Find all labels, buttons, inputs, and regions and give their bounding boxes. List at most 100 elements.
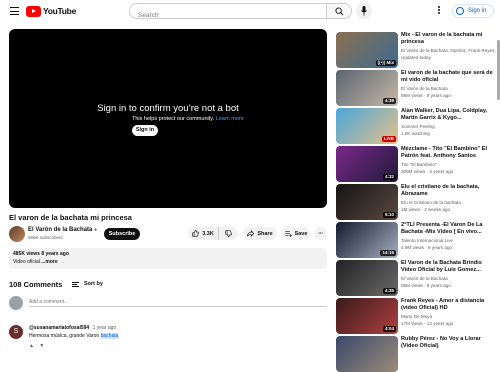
recommended-title[interactable]: Elu el cristiano de la bachata, Abrazame: [401, 184, 496, 198]
recommended-meta: 1M views · 2 weeks ago: [401, 207, 451, 212]
live-badge: LIVE: [381, 136, 396, 142]
recommended-video[interactable]: 4:04 Frank Reyes - Amor a distancia (vide…: [336, 298, 496, 334]
recommended-meta: 17M views · 13 years ago: [401, 321, 454, 326]
recommended-title[interactable]: Mix - El varon de la bachata mi princesa: [401, 32, 496, 46]
learn-more-link[interactable]: Learn more: [216, 116, 244, 122]
more-actions-button[interactable]: ···: [314, 227, 327, 240]
share-label: Share: [257, 230, 273, 237]
duration-badge: 4:39: [382, 98, 396, 104]
video-thumbnail[interactable]: ((•)) Mix: [336, 32, 398, 68]
user-avatar: [9, 296, 23, 310]
description-box[interactable]: 485K views 8 years ago Video oficial ...…: [9, 248, 327, 269]
add-comment-input[interactable]: [29, 297, 327, 307]
views-and-date: 485K views 8 years ago: [13, 251, 69, 257]
search-box: [129, 3, 326, 23]
recommended-channel[interactable]: El Varón de la Bachata, Optimiz, Frank R…: [401, 48, 496, 53]
thumbs-up-icon: [192, 230, 199, 237]
recommended-meta: Updated today: [401, 55, 431, 60]
recommended-meta: 89M views · 9 years ago: [401, 93, 451, 98]
video-thumbnail[interactable]: 4:32: [336, 146, 398, 182]
recommended-title[interactable]: Alan Walker, Dua Lipa, Coldplay, Martin …: [401, 108, 496, 122]
subscribe-button[interactable]: Subscribe: [104, 228, 140, 240]
save-playlist-icon: [284, 231, 292, 237]
comments-count: 108 Comments: [9, 280, 63, 289]
comment-author: @susanamariatofosal594 1 year ago: [29, 325, 116, 331]
recommended-title[interactable]: El Varon de la Bachata Brindis Video Ofi…: [401, 260, 496, 274]
search-button[interactable]: [326, 3, 352, 19]
menu-icon[interactable]: [10, 7, 19, 15]
recommended-meta: 85M views · 8 years ago: [401, 283, 451, 288]
duration-badge: 5:10: [382, 212, 396, 218]
duration-badge: 14:15: [380, 250, 396, 256]
signin-button[interactable]: Sign in: [452, 4, 494, 18]
masthead: YouTube Sign in: [0, 0, 500, 23]
recommended-channel[interactable]: Talento Internacional Live: [401, 238, 496, 243]
video-thumbnail[interactable]: 5:10: [336, 184, 398, 220]
save-label: Save: [294, 230, 308, 237]
comment-body: Hermosa música, grande Varon: [29, 333, 100, 339]
comment-dislike-icon[interactable]: ▼: [39, 343, 44, 349]
recommended-video[interactable]: 5:10 Elu el cristiano de la bachata, Abra…: [336, 184, 496, 220]
duration-badge: 4:32: [382, 174, 396, 180]
microphone-icon: [361, 6, 367, 16]
search-input[interactable]: [130, 8, 326, 23]
logo-text: YouTube: [43, 6, 76, 16]
video-title: El varon de la bachata mi princesa: [9, 213, 132, 222]
share-button[interactable]: Share: [243, 227, 277, 240]
dislike-button[interactable]: [218, 227, 238, 240]
video-player[interactable]: Sign in to confirm you’re not a bot This…: [9, 29, 327, 208]
recommended-video[interactable]: LIVE Alan Walker, Dua Lipa, Coldplay, Mar…: [336, 108, 496, 144]
recommended-channel[interactable]: Tito "El Bambino": [401, 162, 496, 167]
recommended-channel[interactable]: El Varón de la Bachata: [401, 276, 496, 281]
sort-comments-button[interactable]: Sort by: [72, 281, 103, 287]
youtube-logo[interactable]: YouTube: [26, 5, 76, 17]
recommended-video[interactable]: 4:39 El varon de la bachate que será de m…: [336, 70, 496, 106]
subscriber-count: 566K subscribers: [28, 235, 63, 240]
video-thumbnail[interactable]: 14:15: [336, 222, 398, 258]
commenter-avatar[interactable]: S: [9, 325, 23, 339]
comment-like-icon[interactable]: ▲: [29, 343, 34, 349]
video-thumbnail[interactable]: 4:39: [336, 70, 398, 106]
like-button[interactable]: 3.3K: [188, 227, 218, 240]
settings-more-icon[interactable]: [437, 6, 441, 16]
like-count: 3.3K: [202, 230, 214, 237]
recommended-video[interactable]: 4:35 El Varon de la Bachata Brindis Video…: [336, 260, 496, 296]
recommended-channel[interactable]: El Varón de la Bachata: [401, 86, 496, 91]
youtube-play-icon: [26, 5, 41, 17]
recommended-title[interactable]: Mézclame - Tito "El Bambino" El Patrón f…: [401, 146, 496, 160]
channel-name[interactable]: El Varón de la Bachata ●: [28, 227, 97, 233]
duration-badge: 4:04: [382, 326, 396, 332]
video-thumbnail[interactable]: 4:35: [336, 260, 398, 296]
recommended-title[interactable]: 2°TLI Presenta -El Varon De La Bachata -…: [401, 222, 496, 236]
recommended-video[interactable]: 4:32 Mézclame - Tito "El Bambino" El Patr…: [336, 146, 496, 182]
recommended-channel[interactable]: Summer Feeling: [401, 124, 496, 129]
recommended-title[interactable]: Frank Reyes - Amor a distancia (video Of…: [401, 298, 496, 312]
voice-search-button[interactable]: [356, 3, 372, 19]
recommended-channel[interactable]: Elu el Cristiano de la bachata: [401, 200, 496, 205]
signin-label: Sign in: [468, 8, 487, 14]
recommended-meta: 1.9K watching: [401, 131, 430, 136]
comment-author-handle[interactable]: @susanamariatofosal594: [29, 325, 89, 331]
recommended-title[interactable]: El varon de la bachate que será de mi vi…: [401, 70, 496, 84]
video-thumbnail[interactable]: LIVE: [336, 108, 398, 144]
recommended-video[interactable]: 14:15 2°TLI Presenta -El Varon De La Bach…: [336, 222, 496, 258]
player-signin-button[interactable]: Sign in: [132, 125, 158, 136]
player-error-title: Sign in to confirm you’re not a bot: [97, 103, 239, 114]
recommended-meta: 4.9M views · 9 years ago: [401, 245, 453, 250]
recommended-channel[interactable]: Mario De Moya: [401, 314, 496, 319]
sort-label: Sort by: [84, 281, 103, 287]
comment-hashtag[interactable]: bachata: [100, 333, 119, 339]
duration-badge: 4:35: [382, 288, 396, 294]
recommended-video[interactable]: ((•)) Mix Mix - El varon de la bachata mi…: [336, 32, 496, 68]
player-error-message: This helps protect our community. Learn …: [132, 116, 244, 122]
video-thumbnail[interactable]: [336, 336, 398, 372]
recommended-video[interactable]: Rubby Pérez - No Voy a Llorar (Video Ofi…: [336, 336, 496, 372]
save-button[interactable]: Save: [282, 227, 310, 240]
channel-name-text: El Varón de la Bachata: [28, 227, 93, 233]
video-thumbnail[interactable]: 4:04: [336, 298, 398, 334]
comment-time[interactable]: 1 year ago: [93, 325, 117, 331]
recommended-meta: 308M views · 4 years ago: [401, 169, 454, 174]
share-icon: [247, 230, 255, 237]
show-more-link[interactable]: ...more: [41, 259, 57, 265]
channel-avatar[interactable]: [9, 226, 25, 242]
